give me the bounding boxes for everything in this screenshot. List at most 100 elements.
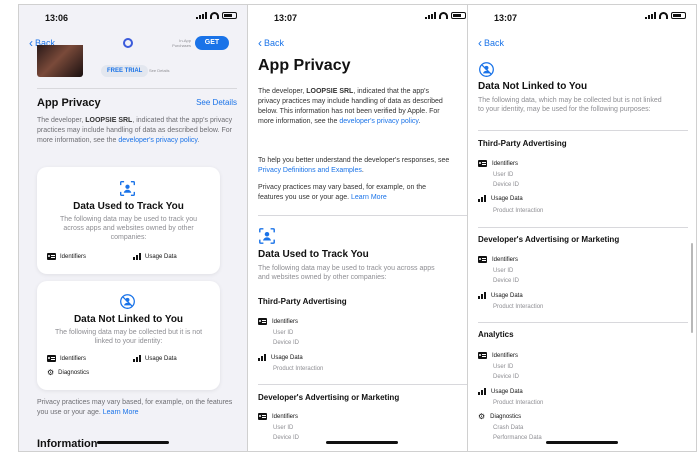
status-time: 13:07	[494, 13, 518, 23]
device-id-label: Device ID	[493, 374, 520, 380]
identifiers-label: Identifiers	[492, 256, 519, 263]
third-party-advertising-heading: Third-Party Advertising	[478, 139, 567, 148]
card-title: Data Not Linked to You	[73, 314, 184, 325]
get-button[interactable]: GET	[195, 36, 229, 50]
diagnostics-item: ⚙ Diagnostics	[478, 413, 521, 421]
home-indicator[interactable]	[97, 441, 169, 444]
identifiers-item: Identifiers	[478, 160, 518, 167]
track-section-title: Data Used to Track You	[258, 249, 369, 260]
data-not-linked-card[interactable]: Data Not Linked to You The following dat…	[37, 281, 220, 390]
help-prefix: To help you better understand the develo…	[258, 157, 450, 164]
back-button[interactable]: ‹ Back	[258, 35, 285, 50]
product-interaction-label: Product Interaction	[493, 400, 544, 406]
scrollbar[interactable]	[691, 243, 693, 333]
diagnostics-label: Diagnostics	[58, 370, 90, 376]
developer-advertising-heading: Developer's Advertising or Marketing	[258, 393, 400, 402]
tracking-icon	[259, 228, 275, 244]
card-title: Data Used to Track You	[73, 201, 184, 212]
usage-data-label: Usage Data	[145, 253, 177, 260]
device-id-label: Device ID	[273, 340, 300, 346]
usage-data-icon	[478, 388, 486, 395]
battery-icon	[671, 12, 686, 19]
identifiers-icon	[258, 318, 267, 325]
usage-data-label: Usage Data	[491, 292, 523, 299]
learn-more-link[interactable]: Learn More	[103, 409, 139, 416]
identifiers-item: Identifiers	[258, 318, 298, 325]
see-details-link[interactable]: See Details	[196, 98, 237, 107]
identifiers-icon	[478, 352, 487, 359]
card-description: The following data may be collected but …	[54, 329, 203, 345]
usage-data-label: Usage Data	[145, 355, 177, 362]
page-description: The following data, which may be collect…	[478, 97, 662, 113]
back-button[interactable]: ‹ Back	[478, 35, 504, 50]
desc-end: .	[418, 118, 421, 125]
status-icons	[425, 12, 466, 19]
device-id-label: Device ID	[493, 278, 520, 284]
vary-label: Privacy practices may vary based, for ex…	[258, 184, 427, 201]
identifiers-icon	[47, 253, 56, 260]
chevron-left-icon: ‹	[478, 35, 482, 50]
see-details-small-link[interactable]: See Details	[149, 68, 169, 73]
learn-more-link[interactable]: Learn More	[351, 194, 387, 201]
divider	[37, 88, 237, 89]
page-title: App Privacy	[258, 57, 351, 74]
status-time: 13:07	[274, 13, 298, 23]
developer-name: LOOPSIE SRL	[85, 117, 133, 124]
free-trial-badge[interactable]: FREE TRIAL	[101, 65, 149, 77]
privacy-description: The developer, LOOPSIE SRL, indicated th…	[37, 116, 233, 146]
gear-icon: ⚙	[478, 412, 486, 421]
not-linked-icon	[120, 294, 135, 309]
nav-bar: ‹ Back	[248, 33, 476, 55]
status-icons	[645, 12, 686, 19]
device-id-label: Device ID	[273, 435, 300, 441]
back-label: Back	[264, 38, 285, 48]
usage-data-item: Usage Data	[478, 388, 523, 395]
developer-advertising-heading: Developer's Advertising or Marketing	[478, 235, 620, 244]
chevron-left-icon: ‹	[258, 35, 262, 50]
performance-data-label: Performance Data	[493, 435, 542, 441]
identifiers-label: Identifiers	[60, 253, 87, 260]
identifiers-icon	[478, 256, 487, 263]
section-title: App Privacy	[37, 97, 101, 109]
in-app-purchases-label: In-App Purchases	[172, 38, 191, 48]
user-id-label: User ID	[493, 172, 514, 178]
usage-data-icon	[133, 355, 141, 362]
identifiers-label: Identifiers	[272, 318, 299, 325]
gear-icon: ⚙	[47, 368, 55, 377]
home-indicator[interactable]	[546, 441, 618, 444]
privacy-policy-link[interactable]: developer's privacy policy	[118, 137, 197, 144]
usage-data-item: Usage Data	[133, 355, 177, 362]
divider	[258, 384, 468, 385]
usage-data-icon	[258, 354, 266, 361]
data-used-to-track-card[interactable]: Data Used to Track You The following dat…	[37, 167, 220, 274]
usage-data-icon	[478, 292, 486, 299]
identifiers-icon	[258, 413, 267, 420]
analytics-heading: Analytics	[478, 330, 514, 339]
not-linked-icon	[479, 62, 494, 77]
product-interaction-label: Product Interaction	[273, 366, 324, 372]
user-id-label: User ID	[273, 330, 294, 336]
app-icon	[123, 38, 133, 48]
user-id-label: User ID	[273, 425, 294, 431]
help-end: .	[361, 167, 364, 174]
privacy-policy-link[interactable]: developer's privacy policy	[339, 118, 418, 125]
identifiers-label: Identifiers	[492, 160, 519, 167]
wifi-icon	[210, 12, 219, 19]
app-screenshot-thumbnail[interactable]	[37, 45, 83, 77]
home-indicator[interactable]	[326, 441, 398, 444]
help-text: To help you better understand the develo…	[258, 156, 450, 176]
identifiers-label: Identifiers	[492, 352, 519, 359]
identifiers-item: Identifiers	[47, 253, 86, 260]
status-time: 13:06	[45, 13, 69, 23]
nav-bar: ‹ Back	[468, 33, 696, 55]
product-interaction-label: Product Interaction	[493, 208, 544, 214]
privacy-definitions-link[interactable]: Privacy Definitions and Examples	[258, 167, 362, 174]
privacy-footer: Privacy practices may vary based, for ex…	[37, 398, 237, 418]
track-section-description: The following data may be used to track …	[258, 265, 435, 281]
usage-data-item: Usage Data	[258, 354, 303, 361]
cellular-signal-icon	[196, 12, 207, 19]
usage-data-label: Usage Data	[491, 195, 523, 202]
card-description: The following data may be used to track …	[60, 216, 197, 241]
desc-prefix: The developer,	[258, 88, 307, 95]
usage-data-label: Usage Data	[271, 354, 303, 361]
